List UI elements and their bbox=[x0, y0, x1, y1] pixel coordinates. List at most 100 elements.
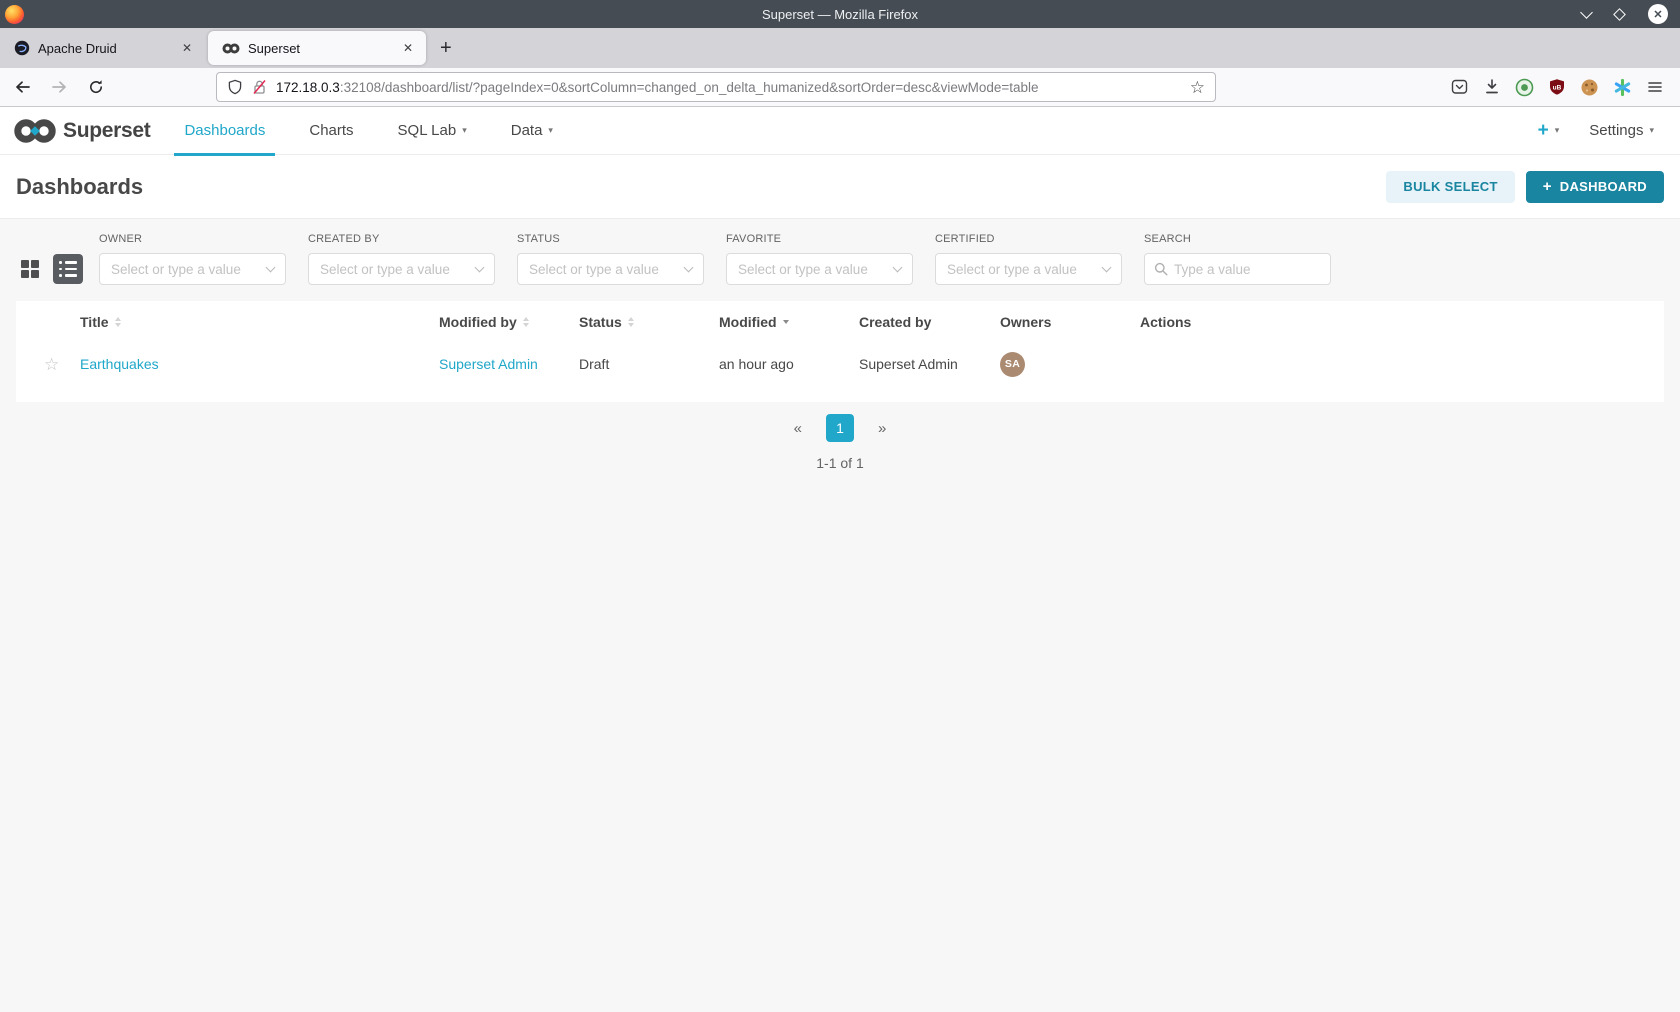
tab-close-icon[interactable]: ✕ bbox=[179, 39, 195, 57]
filter-bar: OWNER Select or type a value CREATED BY … bbox=[0, 219, 1680, 301]
search-input[interactable] bbox=[1174, 261, 1319, 277]
search-icon bbox=[1154, 262, 1168, 276]
next-page-button[interactable]: » bbox=[878, 420, 886, 437]
filter-certified: CERTIFIED Select or type a value bbox=[935, 233, 1122, 285]
containers-extension-icon[interactable] bbox=[1613, 78, 1632, 97]
column-label: Created by bbox=[859, 314, 932, 330]
dashboard-title-link[interactable]: Earthquakes bbox=[80, 356, 159, 372]
ublock-extension-icon[interactable]: uB bbox=[1548, 78, 1566, 96]
window-close-button[interactable]: ✕ bbox=[1648, 4, 1668, 24]
table-header-row: Title Modified by Status Modified Create… bbox=[16, 301, 1664, 343]
window-maximize-diamond-icon[interactable] bbox=[1613, 7, 1626, 21]
filter-label: FAVORITE bbox=[726, 233, 782, 245]
plus-icon: + bbox=[1542, 178, 1552, 195]
forward-button[interactable] bbox=[51, 79, 68, 95]
pocket-save-icon[interactable] bbox=[1450, 78, 1469, 96]
window-minimize-chevron-icon[interactable] bbox=[1580, 5, 1593, 19]
settings-menu[interactable]: Settings ▾ bbox=[1589, 122, 1654, 139]
chevron-down-icon: ▾ bbox=[1554, 125, 1560, 135]
chevron-down-icon: ▾ bbox=[548, 125, 553, 135]
menu-hamburger-icon[interactable] bbox=[1646, 78, 1664, 96]
back-button[interactable] bbox=[14, 79, 31, 95]
column-label: Owners bbox=[1000, 314, 1052, 330]
sort-icon bbox=[522, 317, 529, 327]
nav-label: Charts bbox=[309, 122, 354, 139]
tab-superset[interactable]: Superset ✕ bbox=[208, 31, 426, 65]
url-bar[interactable]: 172.18.0.3:32108/dashboard/list/?pageInd… bbox=[216, 72, 1216, 102]
column-label: Actions bbox=[1140, 314, 1192, 330]
column-header-modified[interactable]: Modified bbox=[719, 314, 859, 330]
browser-toolbar: 172.18.0.3:32108/dashboard/list/?pageInd… bbox=[0, 68, 1680, 107]
new-tab-button[interactable]: + bbox=[440, 38, 452, 58]
cookie-extension-icon[interactable] bbox=[1580, 78, 1599, 97]
lock-insecure-icon[interactable] bbox=[251, 79, 268, 95]
reload-button[interactable] bbox=[88, 79, 104, 95]
favorite-select[interactable]: Select or type a value bbox=[726, 253, 913, 285]
column-header-status[interactable]: Status bbox=[579, 314, 719, 330]
superset-favicon-icon bbox=[222, 43, 240, 53]
plus-icon: + bbox=[1537, 120, 1549, 141]
bulk-select-button[interactable]: BULK SELECT bbox=[1386, 170, 1515, 203]
modified-by-link[interactable]: Superset Admin bbox=[439, 356, 538, 372]
pagination-summary: 1-1 of 1 bbox=[816, 455, 864, 471]
filter-status: STATUS Select or type a value bbox=[517, 233, 704, 285]
tab-close-icon[interactable]: ✕ bbox=[400, 39, 416, 57]
sort-icon bbox=[627, 317, 634, 327]
new-item-menu[interactable]: + ▾ bbox=[1538, 121, 1560, 140]
chevron-down-icon bbox=[265, 262, 276, 273]
page-1-button[interactable]: 1 bbox=[826, 414, 854, 442]
tab-bar: Apache Druid ✕ Superset ✕ + bbox=[0, 28, 1680, 68]
brand-name[interactable]: Superset bbox=[63, 119, 151, 143]
owner-select[interactable]: Select or type a value bbox=[99, 253, 286, 285]
page-header: Dashboards BULK SELECT + DASHBOARD bbox=[0, 155, 1680, 219]
search-box[interactable] bbox=[1144, 253, 1331, 285]
column-label: Title bbox=[80, 314, 109, 330]
bookmark-star-icon[interactable]: ☆ bbox=[1190, 79, 1205, 96]
new-dashboard-button[interactable]: + DASHBOARD bbox=[1525, 170, 1664, 203]
owner-avatar[interactable]: SA bbox=[1000, 351, 1025, 377]
filter-label: CERTIFIED bbox=[935, 233, 995, 245]
list-view-toggle[interactable] bbox=[53, 254, 83, 284]
created-by-select[interactable]: Select or type a value bbox=[308, 253, 495, 285]
select-placeholder: Select or type a value bbox=[738, 261, 868, 277]
filter-label: STATUS bbox=[517, 233, 560, 245]
tab-label: Superset bbox=[248, 40, 301, 56]
table-row: ☆ Earthquakes Superset Admin Draft an ho… bbox=[16, 343, 1664, 385]
filter-label: OWNER bbox=[99, 233, 143, 245]
downloads-icon[interactable] bbox=[1483, 78, 1501, 96]
nav-label: SQL Lab bbox=[397, 122, 457, 139]
column-header-title[interactable]: Title bbox=[80, 314, 439, 330]
filter-label: SEARCH bbox=[1144, 233, 1192, 245]
chevron-down-icon bbox=[1101, 262, 1112, 273]
select-placeholder: Select or type a value bbox=[320, 261, 450, 277]
certified-select[interactable]: Select or type a value bbox=[935, 253, 1122, 285]
favorite-star-icon[interactable]: ☆ bbox=[44, 356, 59, 373]
svg-text:uB: uB bbox=[1553, 84, 1562, 91]
tracking-shield-icon[interactable] bbox=[227, 79, 243, 95]
new-dashboard-label: DASHBOARD bbox=[1559, 179, 1647, 194]
list-icon bbox=[59, 261, 77, 264]
chevron-down-icon bbox=[683, 262, 694, 273]
page-title: Dashboards bbox=[16, 173, 144, 199]
nav-item-data[interactable]: Data ▾ bbox=[489, 107, 575, 155]
column-header-owners: Owners bbox=[1000, 314, 1140, 330]
status-select[interactable]: Select or type a value bbox=[517, 253, 704, 285]
window-title: Superset — Mozilla Firefox bbox=[761, 6, 919, 22]
druid-favicon-icon bbox=[14, 40, 30, 56]
previous-page-button[interactable]: « bbox=[794, 420, 802, 437]
nav-item-sql-lab[interactable]: SQL Lab ▾ bbox=[376, 107, 489, 155]
url-text[interactable]: 172.18.0.3:32108/dashboard/list/?pageInd… bbox=[276, 80, 1190, 95]
column-header-modified-by[interactable]: Modified by bbox=[439, 314, 579, 330]
nav-item-charts[interactable]: Charts bbox=[287, 107, 375, 155]
privacy-extension-icon[interactable] bbox=[1515, 78, 1534, 97]
tab-apache-druid[interactable]: Apache Druid ✕ bbox=[0, 31, 205, 65]
dashboards-table: Title Modified by Status Modified Create… bbox=[16, 301, 1664, 402]
filter-label: CREATED BY bbox=[308, 233, 380, 245]
filter-search: SEARCH bbox=[1144, 233, 1331, 285]
url-host: 172.18.0.3 bbox=[276, 79, 340, 95]
sort-desc-icon bbox=[782, 320, 789, 324]
firefox-logo-icon bbox=[5, 4, 24, 24]
card-view-toggle[interactable] bbox=[16, 255, 44, 283]
superset-logo-icon[interactable] bbox=[12, 116, 58, 146]
nav-item-dashboards[interactable]: Dashboards bbox=[162, 107, 287, 156]
